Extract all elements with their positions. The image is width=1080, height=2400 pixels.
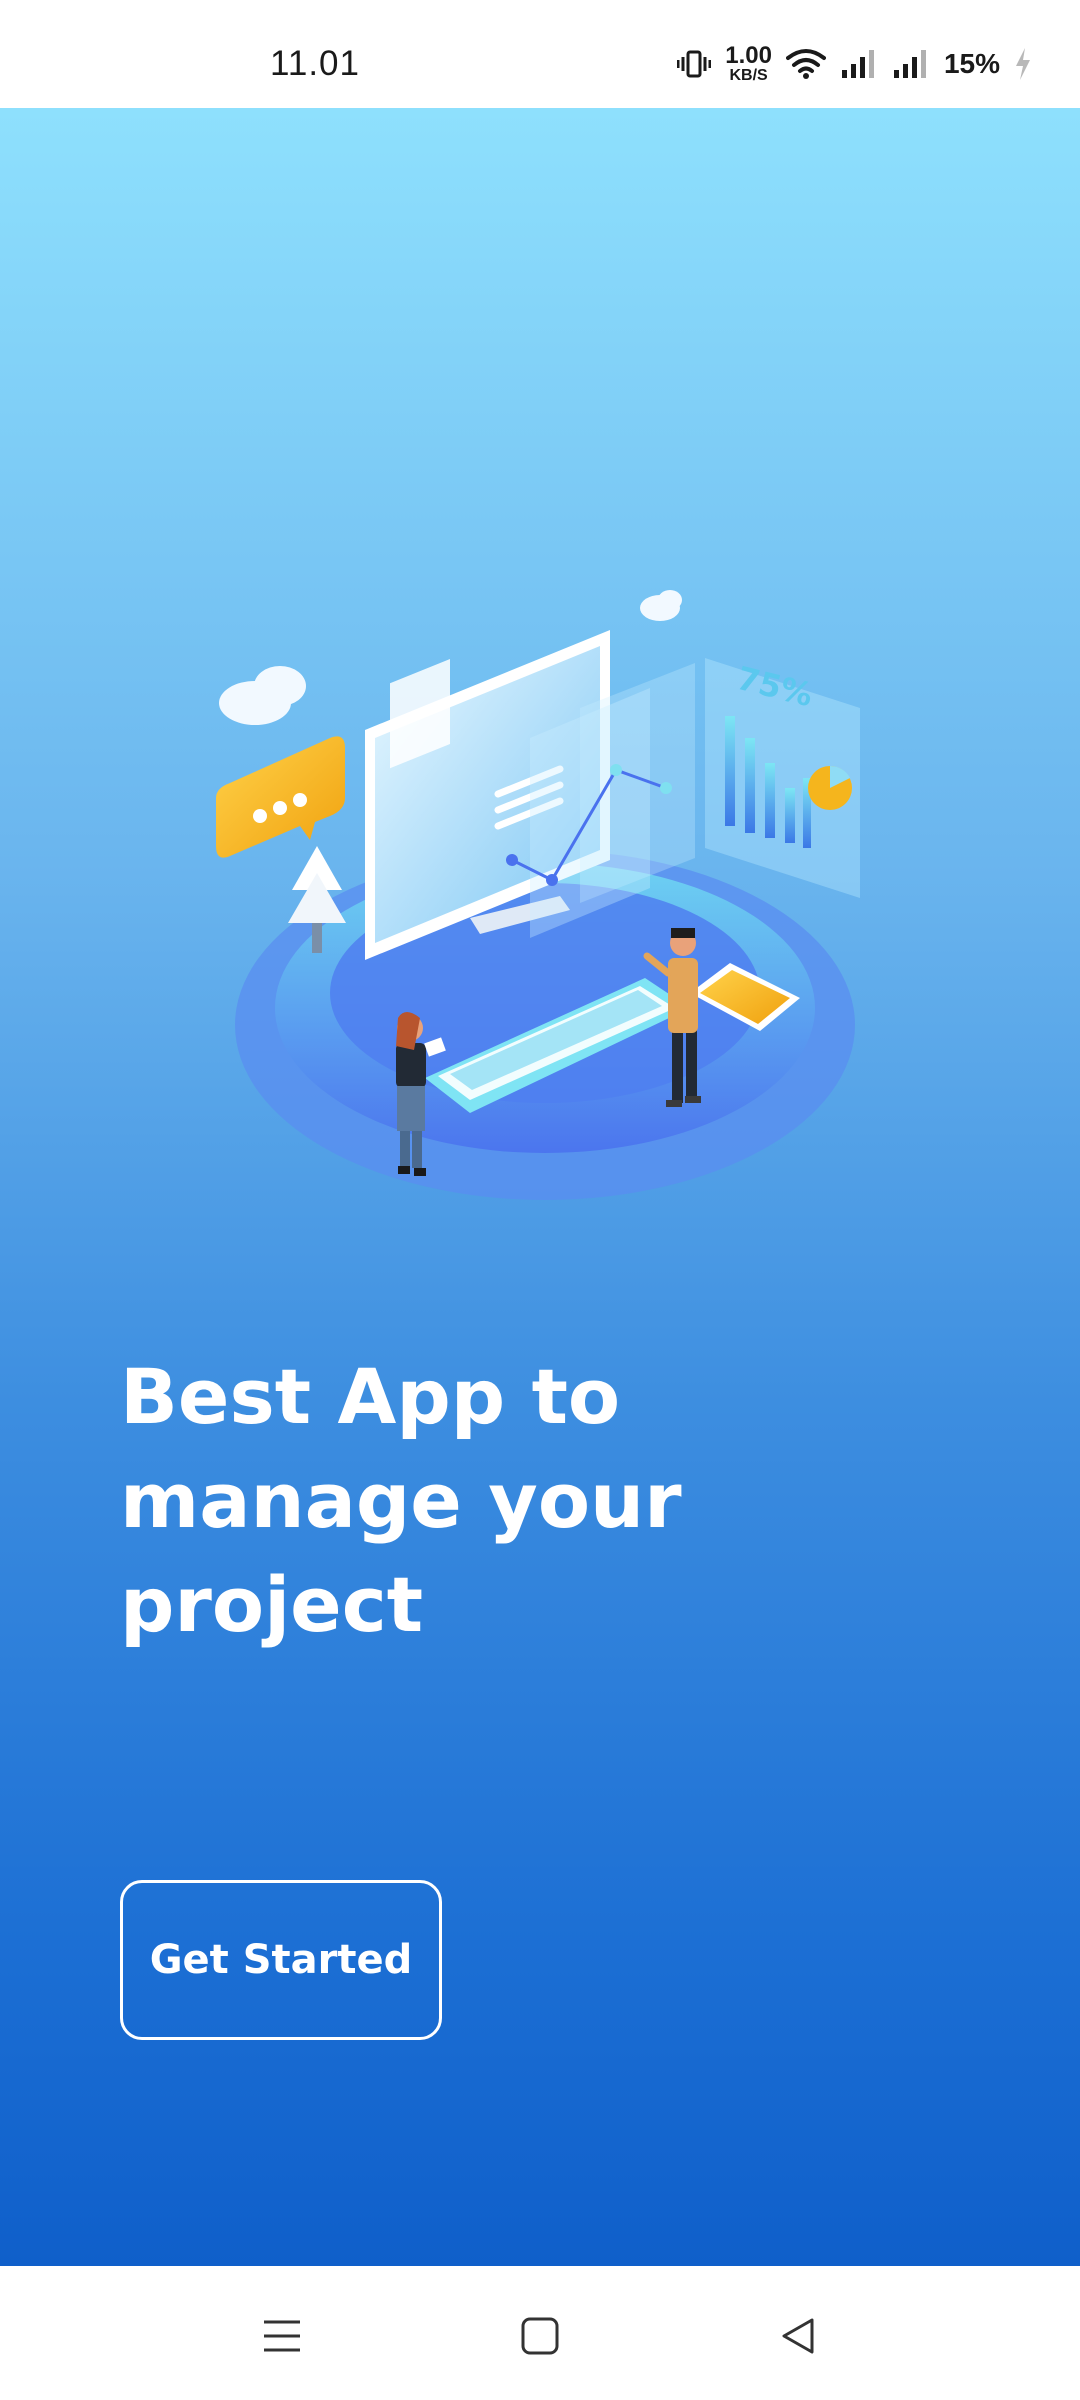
battery-level: 15% [943,48,1000,79]
menu-button[interactable] [252,2306,312,2366]
cloud-icon [219,666,306,725]
menu-icon [264,2320,300,2352]
cloud-icon [640,590,682,621]
back-icon [782,2318,814,2354]
hero-illustration: 75% [216,590,860,1200]
vibrate-icon [677,50,712,78]
network-speed-unit: KB/S [729,67,768,84]
status-bar: 11.01 1.00 KB/S 15% [0,0,1080,108]
status-icons: 1.00 KB/S 15% [677,44,1032,84]
headline: Best App to manage your project [120,1345,820,1657]
headline-line-2: manage your [120,1456,682,1545]
signal-icon [841,50,874,78]
headline-line-3: project [120,1560,424,1649]
signal-icon [893,50,926,78]
main-content: 75% Best App to manage your project Get … [0,108,1080,2266]
home-button[interactable] [510,2306,570,2366]
charging-icon [1016,48,1030,80]
network-speed: 1.00 KB/S [725,44,772,84]
chat-bubble-icon [216,736,345,858]
network-speed-value: 1.00 [725,42,772,69]
wifi-icon [785,49,826,79]
get-started-button[interactable]: Get Started [120,1880,442,2040]
home-icon [521,2317,559,2355]
get-started-label: Get Started [149,1937,413,1983]
headline-line-1: Best App to [120,1352,621,1441]
status-time: 11.01 [270,44,360,83]
back-button[interactable] [768,2306,828,2366]
navigation-bar [0,2266,1080,2400]
bar-chart-illustration: 75% [705,658,860,898]
